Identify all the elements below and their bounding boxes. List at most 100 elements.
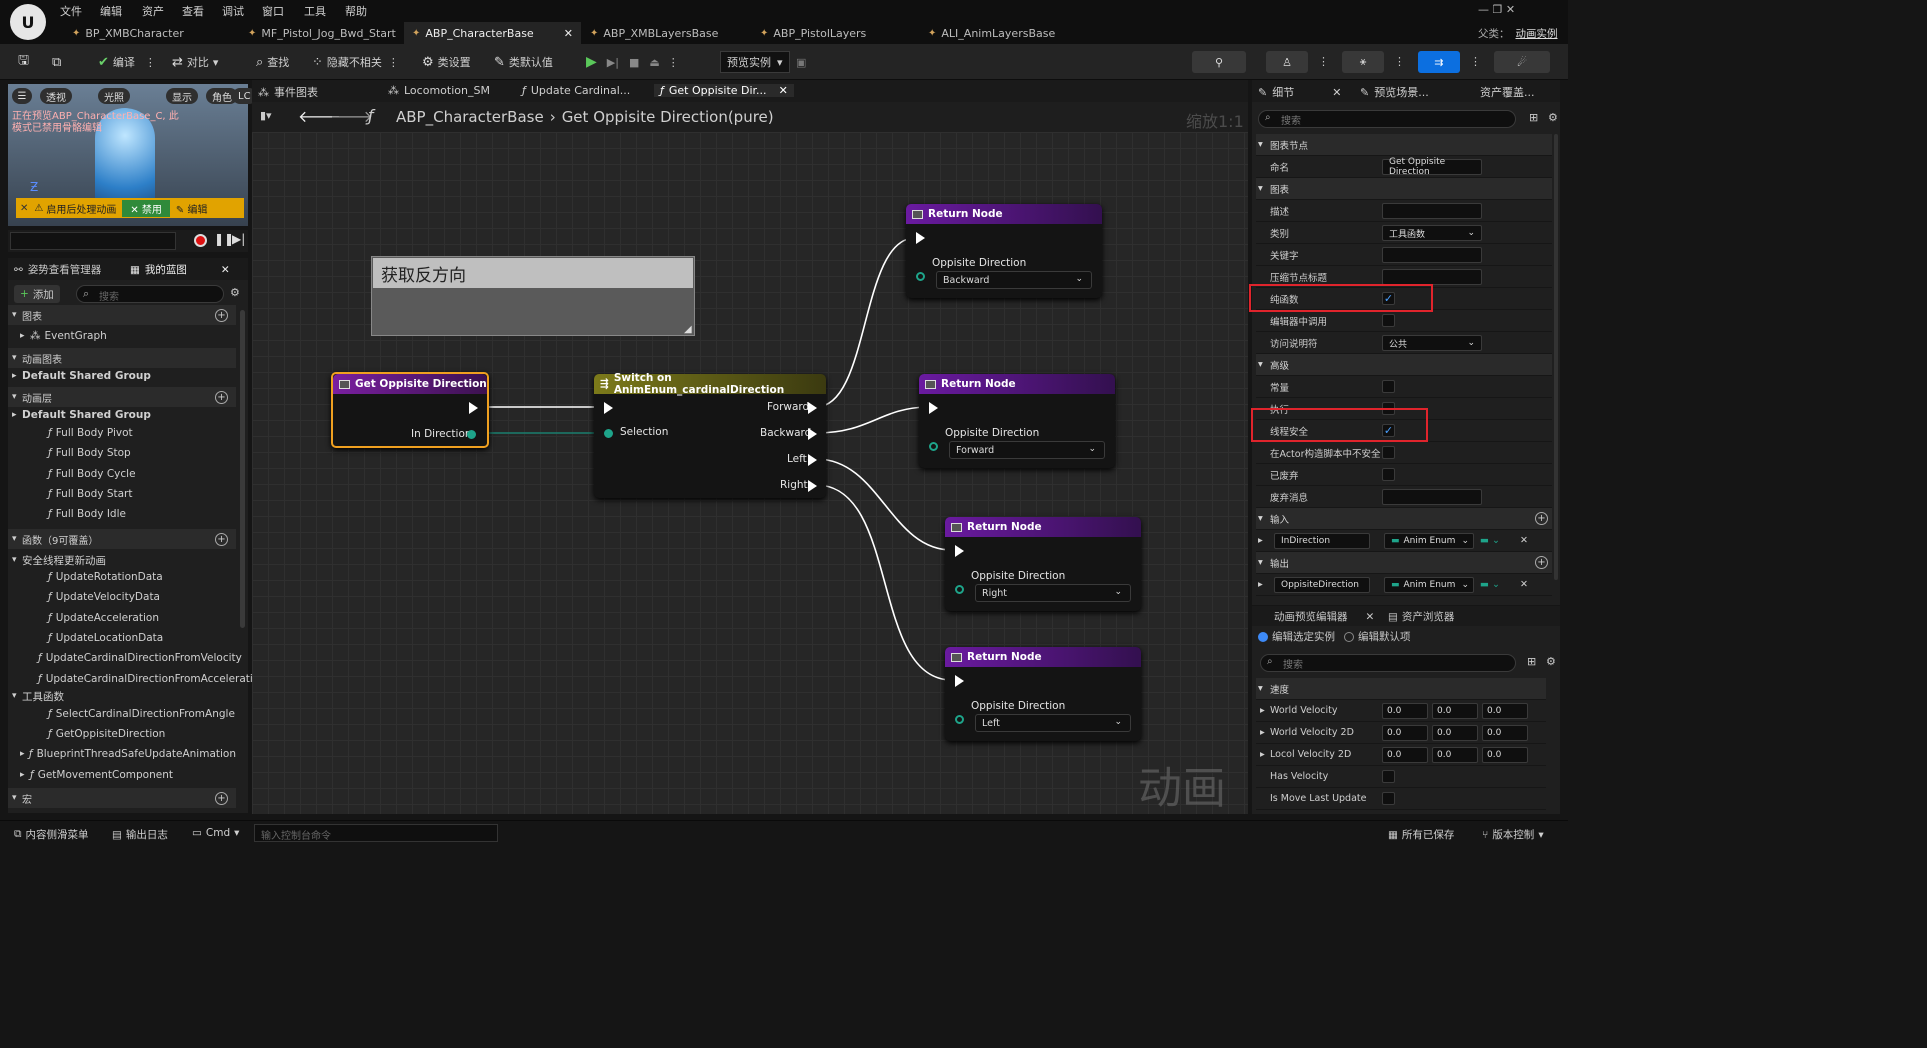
parent-class-link[interactable]: 动画实例 [1516, 26, 1558, 41]
left-list-item[interactable]: ▸ Default Shared Group [8, 405, 236, 425]
close-icon[interactable]: ✕ [1332, 86, 1341, 99]
comment-title[interactable]: 获取反方向 [373, 258, 693, 288]
forward-arrow-icon[interactable]: 🡒 [330, 106, 373, 126]
checkbox[interactable] [1382, 314, 1395, 327]
left-list-item[interactable]: ƒ Full Body Pivot [8, 423, 236, 443]
add-icon[interactable]: + [215, 532, 228, 546]
left-list-item[interactable]: ƒ Full Body Start [8, 484, 236, 504]
close-icon[interactable]: ✕ [564, 27, 573, 40]
details-section-header[interactable]: ▾ 图表节点 [1256, 134, 1552, 156]
switch-node[interactable]: ⇶ Switch on AnimEnum_cardinalDirection Se… [594, 372, 826, 498]
exec-in-pin[interactable] [955, 545, 964, 557]
value-field[interactable] [1382, 489, 1482, 505]
direction-dropdown[interactable]: Right ⌄ [975, 584, 1131, 602]
unreal-logo-icon[interactable]: U [10, 4, 46, 40]
play-icon[interactable]: ▶ [586, 54, 597, 70]
doc-tab-1[interactable]: ✦ MF_Pistol_Jog_Bwd_Start [240, 22, 404, 44]
value-dropdown[interactable]: 公共 ⌄ [1382, 335, 1482, 351]
left-list-item[interactable]: ƒ GetOppisiteDirection [8, 724, 236, 744]
out-left-pin[interactable] [808, 454, 817, 466]
vector-component-field[interactable]: 0.0 [1382, 747, 1428, 763]
all-saved-status[interactable]: ▦ 所有已保存 [1388, 827, 1454, 842]
gear-icon[interactable]: ⚙ [230, 286, 240, 299]
left-section-header[interactable]: ▾ 图表 + [8, 305, 236, 325]
compile-button[interactable]: ✔ 编译 ⋮ [98, 52, 156, 72]
window-controls[interactable]: — ❐ ✕ [1478, 3, 1515, 16]
blueprint-mode-icon[interactable]: ⇉ [1418, 51, 1460, 73]
skeleton-mode-icon[interactable]: ⚲ [1192, 51, 1246, 73]
vector-component-field[interactable]: 0.0 [1482, 725, 1528, 741]
checkbox[interactable] [1382, 380, 1395, 393]
return-node[interactable]: Return Node Oppisite Direction Right ⌄ [945, 517, 1141, 611]
value-dropdown[interactable]: 工具函数 ⌄ [1382, 225, 1482, 241]
gear-icon[interactable]: ⚙ [1546, 655, 1556, 668]
close-icon[interactable]: ✕ [779, 84, 788, 97]
vector-component-field[interactable]: 0.0 [1432, 747, 1478, 763]
gear-icon[interactable]: ⚙ [1548, 111, 1558, 124]
add-icon[interactable]: + [215, 308, 228, 322]
anim-search-input[interactable]: ⌕ 搜索 [1260, 654, 1516, 672]
bookmark-icon[interactable]: ▮▾ [260, 109, 272, 122]
animation-mode-icon[interactable]: ⚹ [1342, 51, 1384, 73]
return-node[interactable]: Return Node Oppisite Direction Forward ⌄ [919, 374, 1115, 468]
checkbox[interactable] [1382, 792, 1395, 805]
timeline-field[interactable] [10, 232, 176, 250]
graph-tab-0[interactable]: ⁂ 事件图表 [258, 84, 318, 100]
version-control-button[interactable]: ⑂ 版本控制 ▾ [1482, 827, 1544, 842]
console-input[interactable]: 输入控制台命令 [254, 824, 498, 842]
physics-mode-icon[interactable]: ☄ [1494, 51, 1550, 73]
output-log-button[interactable]: ▤ 输出日志 [112, 827, 168, 842]
left-list-item[interactable]: ▸ ƒ GetMovementComponent [8, 765, 236, 785]
details-section-header[interactable]: ▾ 图表 [1256, 178, 1552, 200]
exec-in-pin[interactable] [955, 675, 964, 687]
next-frame-icon[interactable]: ▶| [232, 232, 245, 246]
tab-asset-browser[interactable]: ▤ 资产浏览器 [1388, 609, 1454, 624]
tab-anim-preview[interactable]: 动画预览编辑器 ✕ [1274, 609, 1374, 624]
vector-component-field[interactable]: 0.0 [1432, 725, 1478, 741]
exec-in-pin[interactable] [929, 402, 938, 414]
return-value-pin[interactable] [955, 585, 964, 594]
radio-edit-defaults[interactable]: 编辑默认项 [1344, 629, 1411, 644]
return-node[interactable]: Return Node Oppisite Direction Backward ⌄ [906, 204, 1102, 298]
left-list-item[interactable]: ▸ ƒ BlueprintThreadSafeUpdateAnimation [8, 744, 236, 764]
menu-item-3[interactable]: 查看 [182, 3, 204, 19]
class-defaults-button[interactable]: ✎ 类默认值 [494, 52, 553, 72]
selection-pin[interactable] [604, 429, 613, 438]
table-view-icon[interactable]: ⊞ [1529, 111, 1538, 124]
breadcrumb-root[interactable]: ABP_CharacterBase [396, 108, 544, 126]
left-list-item[interactable]: ƒ UpdateVelocityData [8, 587, 236, 607]
radio-edit-selected[interactable]: 编辑选定实例 [1258, 629, 1335, 644]
direction-dropdown[interactable]: Left ⌄ [975, 714, 1131, 732]
edit-button[interactable]: ✎ 编辑 [176, 201, 208, 216]
graph-tab-2[interactable]: ƒ Update Cardinal... [522, 84, 630, 97]
value-field[interactable]: Get Oppisite Direction [1382, 157, 1482, 177]
param-name-field[interactable]: InDirection [1274, 533, 1370, 549]
return-value-pin[interactable] [929, 442, 938, 451]
add-icon[interactable]: + [1535, 556, 1548, 569]
viewport-menu-icon[interactable]: ☰ [12, 88, 32, 104]
left-list-item[interactable]: ƒ UpdateAcceleration [8, 608, 236, 628]
left-list-item[interactable]: ƒ UpdateRotationData [8, 567, 236, 587]
resize-handle-icon[interactable]: ◢ [684, 324, 692, 335]
param-type-dropdown[interactable]: ▬ Anim Enum ⌄ [1384, 577, 1474, 593]
delete-icon[interactable]: ✕ [1520, 579, 1528, 590]
add-icon[interactable]: + [215, 791, 228, 805]
tab-pose-watch[interactable]: ⚯ 姿势查看管理器 [14, 262, 101, 277]
exec-in-pin[interactable] [916, 232, 925, 244]
checkbox[interactable] [1382, 468, 1395, 481]
left-list-item[interactable]: ƒ UpdateCardinalDirectionFromVelocity [8, 648, 242, 668]
left-list-item[interactable]: ▾ 工具函数 [8, 686, 236, 706]
cmd-dropdown[interactable]: ▭ Cmd ▾ [192, 827, 239, 839]
details-section-header[interactable]: ▾ 高级 [1256, 354, 1552, 376]
viewport-pill-1[interactable]: 光照 [98, 88, 130, 104]
find-button[interactable]: ⌕ 查找 [256, 52, 289, 72]
value-field[interactable] [1382, 247, 1482, 263]
left-list-item[interactable]: ƒ Full Body Stop [8, 443, 236, 463]
debug-icon[interactable]: ▣ [796, 52, 806, 72]
function-entry-node[interactable]: Get Oppisite Direction In Direction [331, 372, 489, 448]
left-list-item[interactable]: ▸ ⁂ EventGraph [8, 326, 236, 346]
in-direction-pin[interactable] [467, 430, 476, 439]
out-backward-pin[interactable] [808, 428, 817, 440]
step-icon[interactable]: ▶| [607, 56, 619, 69]
out-forward-pin[interactable] [808, 402, 817, 414]
